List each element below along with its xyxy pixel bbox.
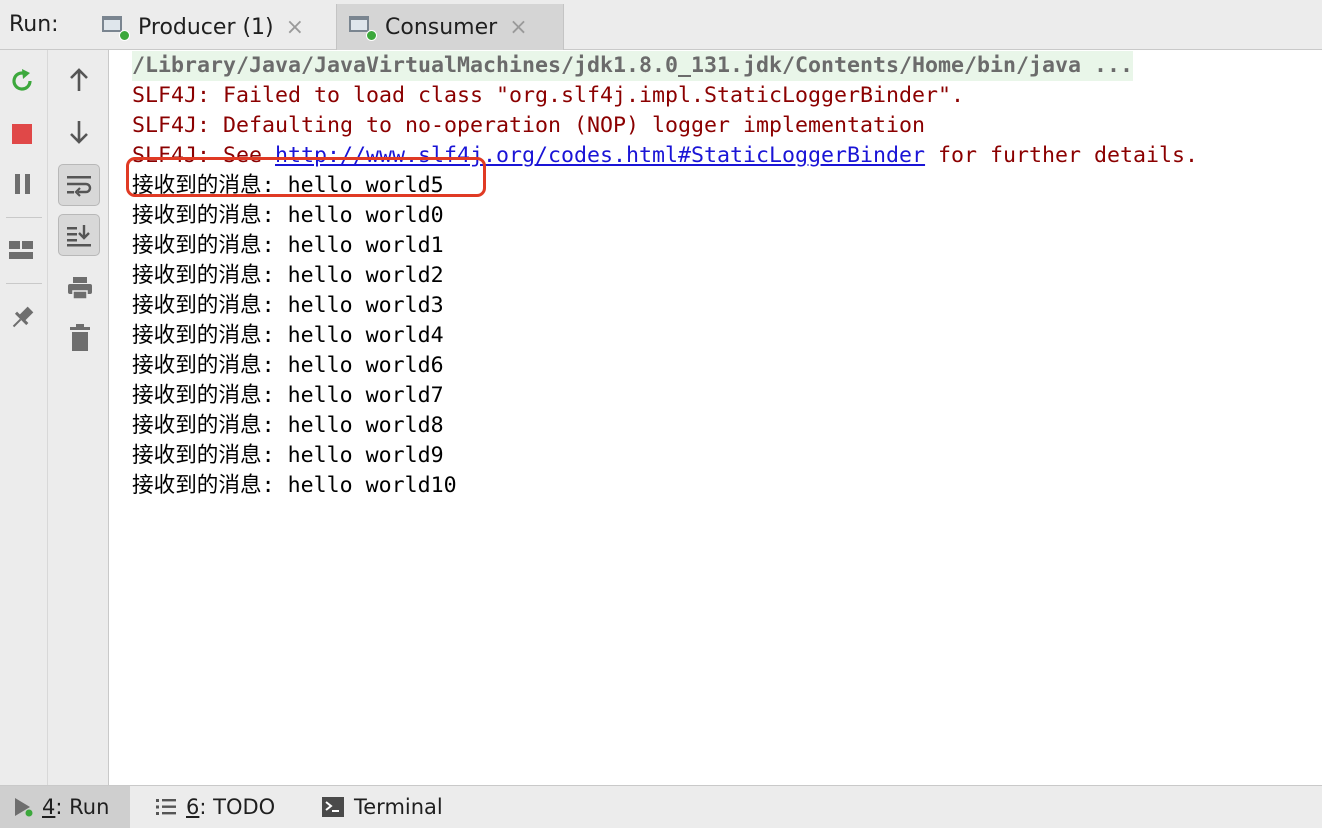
terminal-icon — [322, 797, 344, 817]
layout-icon[interactable] — [9, 240, 35, 262]
run-icon — [14, 796, 34, 818]
run-tool-window-header: Run: Producer (1) × Consumer × — [0, 0, 1322, 50]
down-arrow-icon[interactable] — [66, 118, 92, 146]
message-line: 接收到的消息: hello world7 — [132, 383, 444, 408]
tab-todo-number: 6 — [186, 795, 200, 819]
tab-todo[interactable]: 6: TODO — [150, 786, 290, 828]
tab-producer[interactable]: Producer (1) × — [90, 4, 330, 50]
highlight-annotation — [126, 157, 486, 197]
soft-wrap-icon[interactable] — [58, 164, 100, 206]
run-config-icon — [102, 16, 130, 41]
trash-icon[interactable] — [67, 323, 93, 353]
up-arrow-icon[interactable] — [66, 66, 92, 94]
pin-icon[interactable] — [7, 303, 37, 333]
command-line: /Library/Java/JavaVirtualMachines/jdk1.8… — [132, 51, 1134, 81]
run-label: Run: — [9, 12, 59, 37]
message-line: 接收到的消息: hello world10 — [132, 473, 457, 498]
tab-run[interactable]: 4: Run — [0, 786, 130, 828]
message-line: 接收到的消息: hello world1 — [132, 233, 444, 258]
error-line: SLF4J: Failed to load class "org.slf4j.i… — [132, 83, 965, 108]
message-line: 接收到的消息: hello world6 — [132, 353, 444, 378]
scroll-to-end-icon[interactable] — [58, 214, 100, 256]
message-line: 接收到的消息: hello world8 — [132, 413, 444, 438]
console-actions-toolbar — [48, 50, 109, 785]
rerun-icon[interactable] — [8, 66, 38, 96]
run-actions-toolbar — [0, 50, 48, 785]
close-icon[interactable]: × — [286, 15, 304, 40]
message-line: 接收到的消息: hello world9 — [132, 443, 444, 468]
tab-todo-label: : TODO — [199, 795, 276, 819]
message-line: 接收到的消息: hello world0 — [132, 203, 444, 228]
error-line: SLF4J: Defaulting to no-operation (NOP) … — [132, 113, 926, 138]
tab-run-number: 4 — [42, 795, 56, 819]
todo-list-icon — [156, 797, 176, 817]
tab-consumer[interactable]: Consumer × — [336, 4, 564, 50]
tab-terminal-label: Terminal — [354, 795, 443, 819]
tab-terminal[interactable]: Terminal — [316, 786, 466, 828]
tab-consumer-label: Consumer — [385, 14, 498, 40]
tab-producer-label: Producer (1) — [138, 14, 274, 40]
error-text: for further details. — [925, 143, 1199, 168]
message-line: 接收到的消息: hello world2 — [132, 263, 444, 288]
stop-icon[interactable] — [11, 123, 33, 145]
message-line: 接收到的消息: hello world3 — [132, 293, 444, 318]
print-icon[interactable] — [66, 274, 94, 302]
message-line: 接收到的消息: hello world4 — [132, 323, 444, 348]
close-icon[interactable]: × — [509, 15, 527, 40]
pause-icon[interactable] — [11, 173, 33, 195]
tab-run-label: : Run — [55, 795, 110, 819]
tool-window-bar: 4: Run 6: TODO Terminal — [0, 785, 1322, 828]
run-config-icon — [349, 16, 377, 41]
